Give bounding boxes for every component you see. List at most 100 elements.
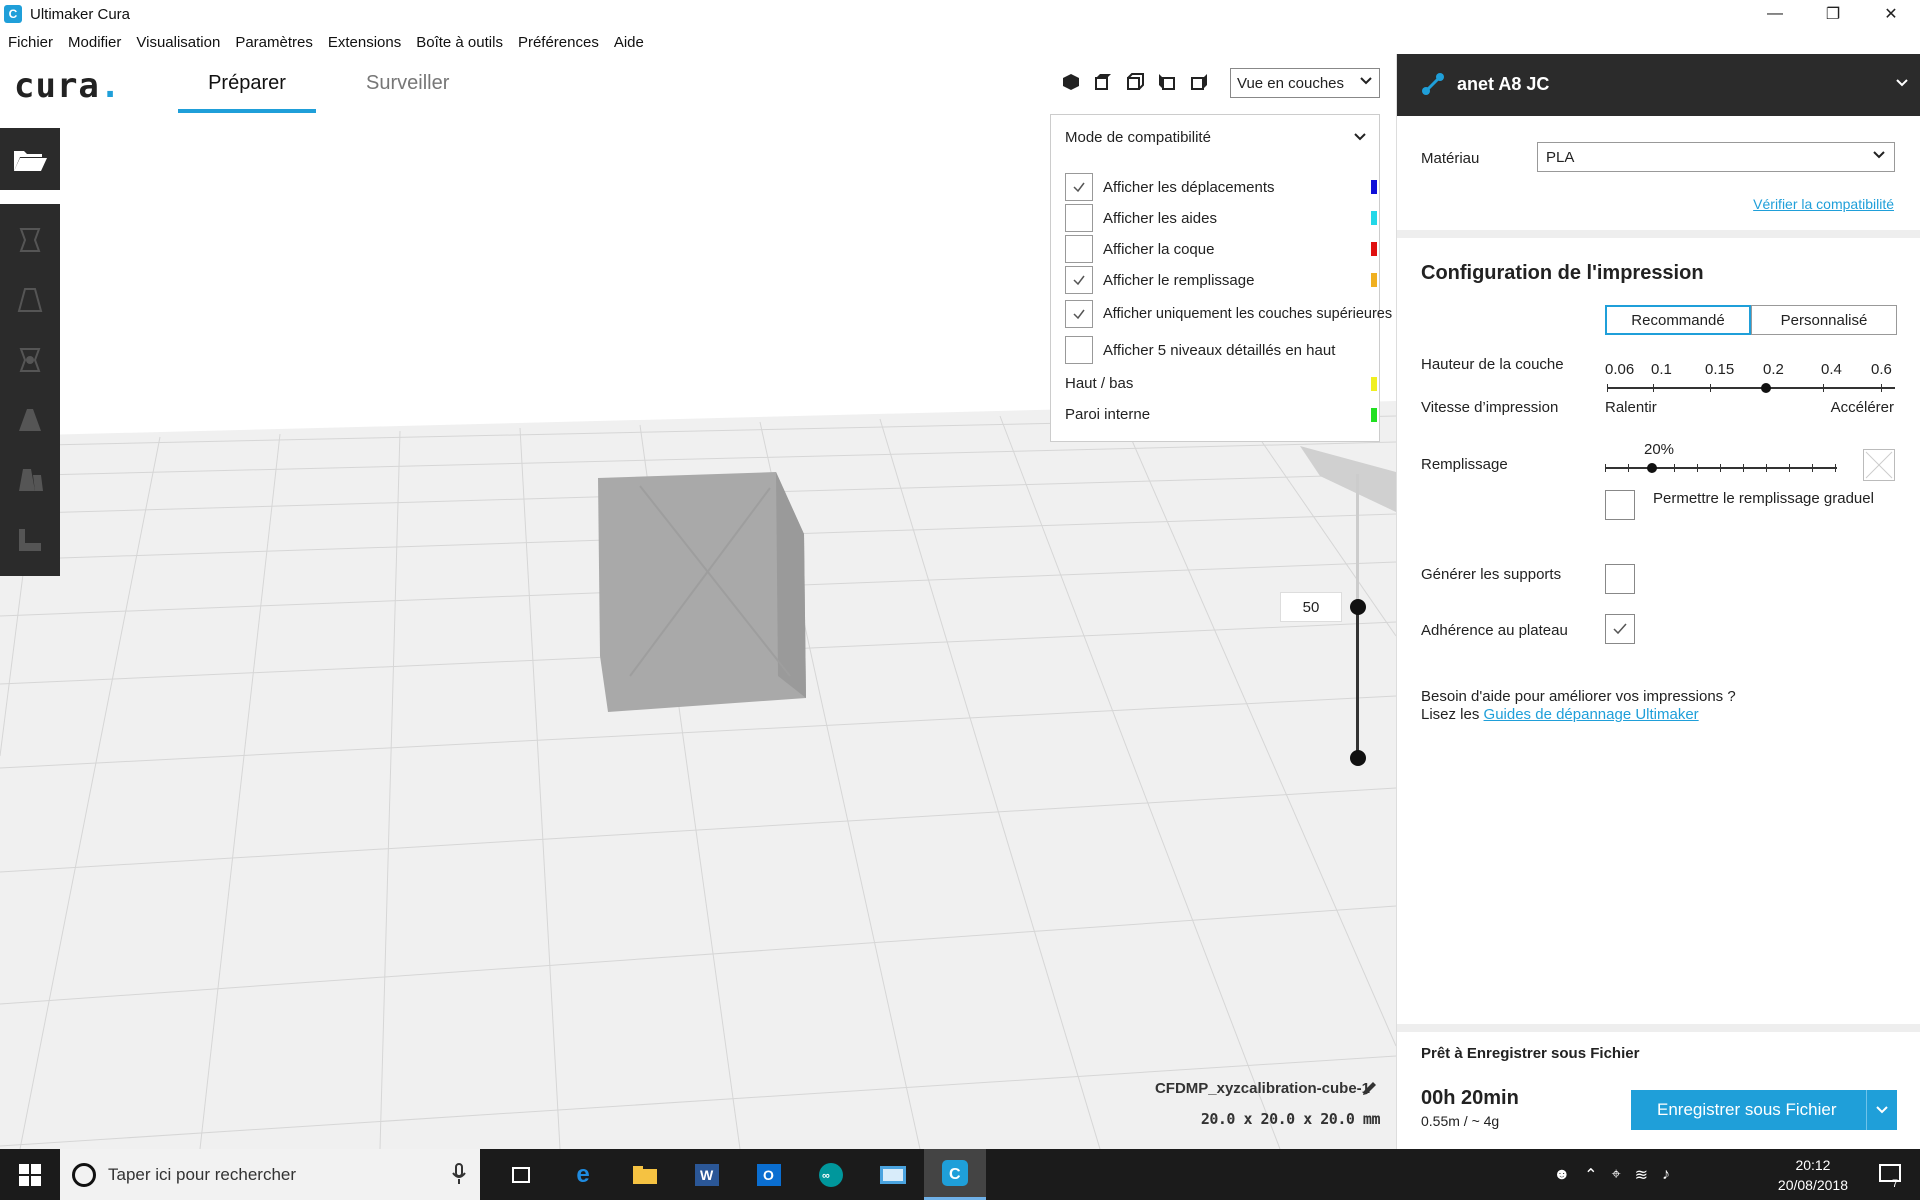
slider-tick xyxy=(1823,384,1824,392)
support-blocker-icon[interactable] xyxy=(0,510,60,570)
word-icon[interactable]: W xyxy=(676,1149,738,1200)
tab-surveiller[interactable]: Surveiller xyxy=(366,72,449,109)
menu-extensions[interactable]: Extensions xyxy=(328,34,401,51)
control-panel-icon[interactable] xyxy=(862,1149,924,1200)
menu-preferences[interactable]: Préférences xyxy=(518,34,599,51)
taskbar-clock[interactable]: 20:12 20/08/2018 xyxy=(1778,1155,1848,1195)
menu-boite-a-outils[interactable]: Boîte à outils xyxy=(416,34,503,51)
chevron-down-icon[interactable] xyxy=(1353,130,1367,149)
layer-height-slider[interactable] xyxy=(1607,387,1895,389)
network-icon[interactable]: ⌖ xyxy=(1612,1166,1621,1184)
pencil-icon[interactable] xyxy=(1360,1080,1378,1103)
per-model-settings-icon[interactable] xyxy=(0,450,60,510)
check-icon xyxy=(1613,623,1627,635)
chevron-down-icon[interactable] xyxy=(1875,1102,1889,1122)
build-plate-adhesion-checkbox[interactable] xyxy=(1605,614,1635,644)
menu-fichier[interactable]: Fichier xyxy=(8,34,53,51)
arduino-icon[interactable]: ∞ xyxy=(800,1149,862,1200)
task-view-icon[interactable] xyxy=(490,1149,552,1200)
infill-slider[interactable] xyxy=(1605,467,1837,469)
taskbar-search-box[interactable]: Taper ici pour rechercher xyxy=(60,1149,480,1200)
compatibility-mode-label[interactable]: Mode de compatibilité xyxy=(1065,129,1211,146)
cura-app-icon: C xyxy=(4,5,22,23)
slider-tick xyxy=(1653,384,1654,392)
checkbox[interactable] xyxy=(1065,173,1093,201)
people-icon[interactable]: ☻ xyxy=(1553,1166,1570,1184)
checkbox[interactable] xyxy=(1065,266,1093,294)
option-show-helpers[interactable]: Afficher les aides xyxy=(1065,204,1217,232)
material-select[interactable]: PLA xyxy=(1537,142,1895,172)
option-top-5-detailed[interactable]: Afficher 5 niveaux détaillés en haut xyxy=(1065,336,1335,364)
menu-aide[interactable]: Aide xyxy=(614,34,644,51)
slider-tick xyxy=(1697,464,1698,472)
file-explorer-icon[interactable] xyxy=(614,1149,676,1200)
layer-number-input[interactable]: 50 xyxy=(1280,592,1342,622)
custom-mode-button[interactable]: Personnalisé xyxy=(1751,305,1897,335)
scale-tool-icon[interactable] xyxy=(0,270,60,330)
checkbox[interactable] xyxy=(1065,336,1093,364)
restore-icon[interactable]: ❐ xyxy=(1804,0,1862,28)
outlook-icon[interactable]: O xyxy=(738,1149,800,1200)
layer-height-option[interactable]: 0.2 xyxy=(1763,361,1784,378)
option-top-layers-only[interactable]: Afficher uniquement les couches supérieu… xyxy=(1065,300,1392,328)
checkbox[interactable] xyxy=(1065,300,1093,328)
infill-slider-handle[interactable] xyxy=(1647,463,1657,473)
gradual-infill-checkbox[interactable] xyxy=(1605,490,1635,520)
slider-tick xyxy=(1743,464,1744,472)
edge-browser-icon[interactable]: e xyxy=(552,1149,614,1200)
view-left-icon[interactable] xyxy=(1156,71,1178,93)
checkbox[interactable] xyxy=(1065,235,1093,263)
help-prefix: Lisez les xyxy=(1421,706,1484,723)
layer-slider-upper-handle[interactable] xyxy=(1350,599,1366,615)
cube-model[interactable] xyxy=(598,472,806,712)
option-label: Afficher uniquement les couches supérieu… xyxy=(1103,306,1393,322)
layer-height-option[interactable]: 0.15 xyxy=(1705,361,1734,378)
layer-height-slider-handle[interactable] xyxy=(1761,383,1771,393)
layer-height-option[interactable]: 0.06 xyxy=(1605,361,1634,378)
layer-height-option[interactable]: 0.4 xyxy=(1821,361,1842,378)
menu-bar: Fichier Modifier Visualisation Paramètre… xyxy=(0,29,659,55)
chevron-down-icon xyxy=(1872,148,1886,166)
menu-modifier[interactable]: Modifier xyxy=(68,34,121,51)
move-tool-icon[interactable] xyxy=(0,210,60,270)
check-compatibility-link[interactable]: Vérifier la compatibilité xyxy=(1753,196,1894,212)
view-top-icon[interactable] xyxy=(1124,71,1146,93)
menu-parametres[interactable]: Paramètres xyxy=(235,34,313,51)
chevron-up-icon[interactable]: ⌃ xyxy=(1584,1165,1597,1185)
generate-support-checkbox[interactable] xyxy=(1605,564,1635,594)
windows-taskbar: Taper ici pour rechercher e W O ∞ C ☻ ⌃ … xyxy=(0,1149,1920,1200)
layer-slider-lower-handle[interactable] xyxy=(1350,750,1366,766)
mirror-tool-icon[interactable] xyxy=(0,390,60,450)
printer-selector[interactable]: anet A8 JC xyxy=(1397,54,1920,116)
layer-height-option[interactable]: 0.6 xyxy=(1871,361,1892,378)
wifi-icon[interactable]: ≋ xyxy=(1635,1165,1648,1185)
checkbox[interactable] xyxy=(1065,204,1093,232)
recommended-mode-button[interactable]: Recommandé xyxy=(1605,305,1751,335)
menu-visualisation[interactable]: Visualisation xyxy=(136,34,220,51)
volume-icon[interactable]: ♪ xyxy=(1662,1166,1670,1184)
view-front-icon[interactable] xyxy=(1092,71,1114,93)
microphone-icon[interactable] xyxy=(452,1163,466,1190)
view-mode-select[interactable]: Vue en couches xyxy=(1230,68,1380,98)
close-icon[interactable]: ✕ xyxy=(1862,0,1920,28)
color-swatch xyxy=(1371,408,1377,422)
notification-center-icon[interactable]: 7 xyxy=(1878,1162,1904,1193)
option-show-shell[interactable]: Afficher la coque xyxy=(1065,235,1214,263)
minimize-icon[interactable]: — xyxy=(1746,0,1804,28)
option-show-travels[interactable]: Afficher les déplacements xyxy=(1065,173,1274,201)
save-to-file-button[interactable]: Enregistrer sous Fichier xyxy=(1631,1090,1897,1130)
window-title: Ultimaker Cura xyxy=(30,5,131,23)
title-bar: C Ultimaker Cura — ❐ ✕ xyxy=(0,0,1920,28)
view-right-icon[interactable] xyxy=(1188,71,1210,93)
slider-tick xyxy=(1710,384,1711,392)
view-3d-icon[interactable] xyxy=(1060,71,1082,93)
help-text-line2: Lisez les Guides de dépannage Ultimaker xyxy=(1421,706,1699,723)
open-file-button[interactable] xyxy=(0,128,60,190)
windows-start-icon[interactable] xyxy=(0,1149,60,1200)
troubleshooting-guides-link[interactable]: Guides de dépannage Ultimaker xyxy=(1484,706,1699,723)
rotate-tool-icon[interactable] xyxy=(0,330,60,390)
tab-preparer[interactable]: Préparer xyxy=(178,72,316,113)
cura-taskbar-icon[interactable]: C xyxy=(924,1149,986,1200)
option-show-infill[interactable]: Afficher le remplissage xyxy=(1065,266,1254,294)
layer-height-option[interactable]: 0.1 xyxy=(1651,361,1672,378)
